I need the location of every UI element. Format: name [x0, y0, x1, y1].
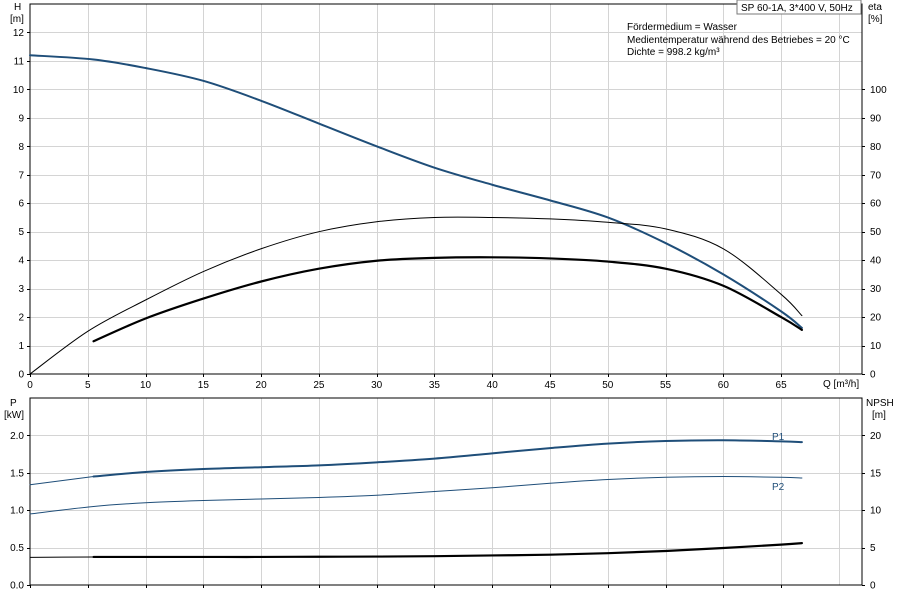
top-panel: 012345678910111201020304050607080901000 5… [10, 0, 887, 391]
top-grid [30, 4, 862, 374]
bottom-ticks: 0.0 0.5 1.0 1.5 2.0 0 5 10 15 20 [10, 431, 881, 592]
bottom-series-line-2 [29, 476, 803, 515]
x-tick-label: 35 [429, 380, 441, 391]
bottom-left-tick-label: 2.0 [10, 431, 24, 442]
top-plot-frame [29, 3, 863, 375]
bottom-series-line-3 [92, 542, 804, 559]
top-right-tick-label: 50 [870, 227, 882, 238]
x-tick-label: 40 [487, 380, 499, 391]
top-right-axis-title: eta [868, 2, 882, 13]
x-tick-label: 55 [660, 380, 672, 391]
x-tick-label: 25 [313, 380, 325, 391]
top-left-tick-label: 0 [18, 370, 24, 381]
bottom-left-axis-unit: [kW] [4, 410, 24, 421]
top-left-tick-label: 5 [18, 227, 24, 238]
top-right-axis-unit: [%] [868, 14, 883, 25]
top-right-tick-label: 90 [870, 113, 882, 124]
x-tick-label: 15 [198, 380, 210, 391]
top-series-line-0 [29, 54, 803, 329]
x-tick-label: 65 [776, 380, 788, 391]
info-density: Dichte = 998.2 kg/m³ [627, 47, 720, 58]
x-tick-label: 0 [27, 380, 33, 391]
top-left-tick-label: 9 [18, 113, 24, 124]
top-left-axis-title: H [14, 2, 21, 13]
top-left-tick-label: 8 [18, 142, 24, 153]
top-left-tick-label: 11 [14, 56, 25, 67]
x-tick-label: 10 [140, 380, 152, 391]
top-series-line-1 [29, 216, 803, 375]
x-tick-label: 5 [85, 380, 91, 391]
top-right-tick-label: 40 [870, 256, 882, 267]
bottom-left-axis-title: P [10, 398, 17, 409]
top-left-tick-label: 10 [13, 85, 25, 96]
bottom-right-tick-label: 15 [870, 468, 882, 479]
top-left-tick-label: 2 [18, 313, 24, 324]
bottom-right-tick-label: 0 [870, 581, 876, 592]
pump-title: SP 60-1A, 3*400 V, 50Hz [741, 3, 853, 14]
bottom-left-tick-label: 0.5 [10, 543, 24, 554]
bottom-left-tick-label: 1.5 [10, 468, 24, 479]
x-tick-label: 60 [718, 380, 730, 391]
top-curves [29, 54, 804, 375]
bottom-right-axis-unit: [m] [872, 410, 886, 421]
x-axis-label: Q [m³/h] [823, 379, 859, 390]
bottom-curves [29, 439, 804, 559]
bottom-left-tick-label: 1.0 [10, 506, 24, 517]
top-right-tick-label: 10 [870, 341, 882, 352]
x-tick-label: 30 [371, 380, 383, 391]
top-left-tick-label: 3 [18, 284, 24, 295]
bottom-series-line-0 [92, 439, 803, 478]
p1-series-label: P1 [772, 432, 785, 443]
bottom-panel: 0.00.51.01.52.005101520 P [kW] NPSH [m] … [4, 397, 894, 592]
top-right-tick-label: 0 [870, 370, 876, 381]
top-right-tick-label: 60 [870, 199, 882, 210]
top-right-tick-label: 30 [870, 284, 882, 295]
top-left-tick-label: 7 [18, 170, 24, 181]
pump-curve-chart: 012345678910111201020304050607080901000 5… [4, 0, 894, 592]
top-right-tick-label: 100 [870, 85, 887, 96]
top-ticks: 012345678910111201020304050607080901000 5… [13, 28, 887, 391]
bottom-right-tick-label: 20 [870, 431, 882, 442]
top-series-line-2 [92, 256, 804, 343]
bottom-right-tick-label: 5 [870, 543, 876, 554]
x-tick-label: 45 [544, 380, 556, 391]
top-left-tick-label: 1 [18, 341, 24, 352]
info-temperature: Medientemperatur während des Betriebes =… [627, 35, 850, 46]
bottom-left-tick-label: 0.0 [10, 581, 24, 592]
bottom-series-line-1 [29, 476, 95, 486]
top-right-tick-label: 20 [870, 313, 882, 324]
top-left-tick-label: 6 [18, 199, 24, 210]
top-right-tick-label: 80 [870, 142, 882, 153]
top-left-tick-label: 12 [13, 28, 25, 39]
x-tick-label: 50 [602, 380, 614, 391]
p2-series-label: P2 [772, 482, 785, 493]
top-left-tick-label: 4 [18, 256, 24, 267]
top-right-tick-label: 70 [870, 170, 882, 181]
info-medium: Fördermedium = Wasser [627, 22, 738, 33]
x-tick-label: 20 [256, 380, 268, 391]
top-left-axis-unit: [m] [10, 14, 24, 25]
bottom-right-axis-title: NPSH [866, 398, 894, 409]
bottom-right-tick-label: 10 [870, 506, 882, 517]
